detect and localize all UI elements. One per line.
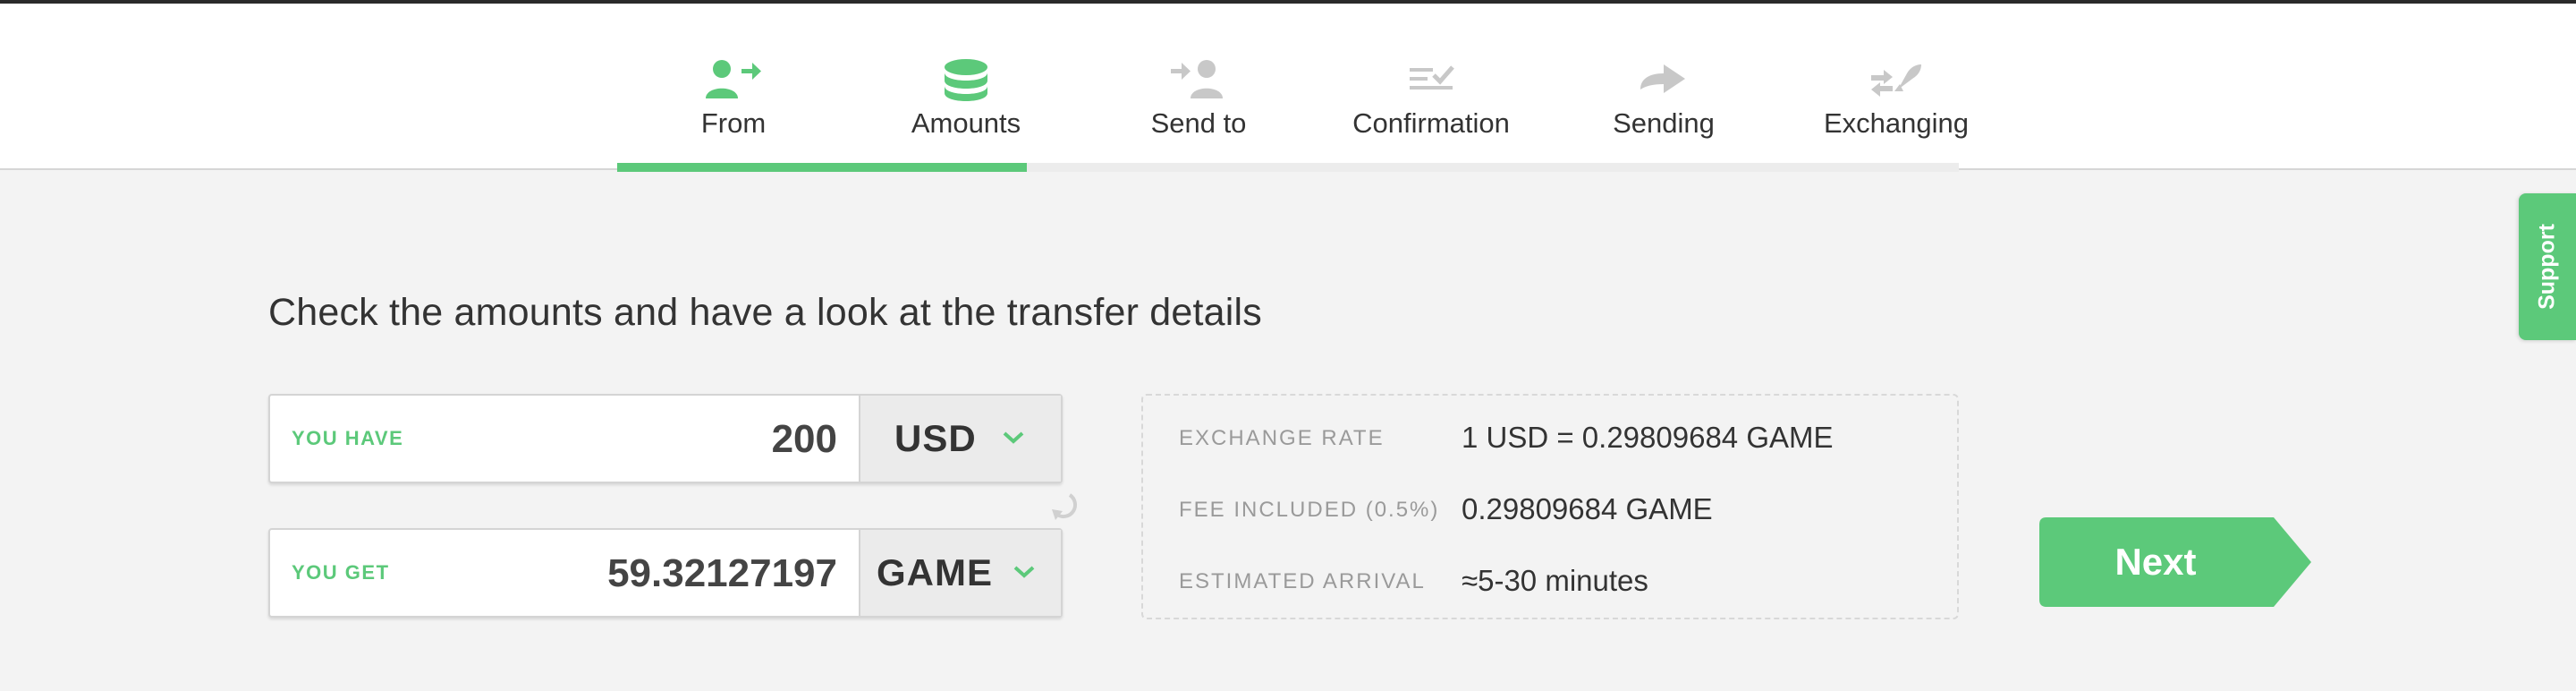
next-button-label: Next: [2114, 541, 2197, 583]
step-label: Confirmation: [1352, 107, 1510, 139]
you-get-box: YOU GET GAME: [268, 528, 1063, 618]
next-button[interactable]: Next: [2039, 517, 2311, 607]
chevron-down-icon: [1003, 431, 1024, 444]
you-have-label: YOU HAVE: [292, 427, 404, 449]
progress-track: [617, 163, 1959, 172]
support-tab[interactable]: Support: [2519, 193, 2576, 340]
step-sending[interactable]: Sending: [1547, 57, 1780, 156]
you-get-currency-select[interactable]: GAME: [859, 530, 1061, 616]
step-send-to[interactable]: Send to: [1082, 57, 1315, 156]
detail-label: EXCHANGE RATE: [1179, 426, 1385, 450]
currency-code: GAME: [877, 551, 993, 593]
wizard-steps: From Amounts Send to Confirmation Sendin…: [617, 4, 1969, 174]
rocket-exchange-icon: [1871, 64, 1921, 97]
support-tab-label: Support: [2534, 224, 2560, 310]
currency-code: USD: [894, 417, 977, 459]
chevron-down-icon: [1013, 566, 1035, 578]
progress-fill: [617, 163, 1027, 172]
detail-value: ≈5-30 minutes: [1462, 564, 1648, 597]
step-label: Amounts: [911, 107, 1021, 139]
step-confirmation[interactable]: Confirmation: [1315, 57, 1547, 156]
detail-value: 1 USD = 0.29809684 GAME: [1462, 421, 1834, 454]
you-have-box: YOU HAVE USD: [268, 394, 1063, 483]
checklist-icon: [1410, 65, 1454, 90]
step-label: From: [700, 107, 767, 139]
step-label: Sending: [1613, 107, 1715, 139]
detail-label: ESTIMATED ARRIVAL: [1179, 569, 1426, 593]
wizard-header: From Amounts Send to Confirmation Sendin…: [0, 0, 2576, 172]
step-label: Exchanging: [1823, 107, 1969, 139]
you-get-label: YOU GET: [292, 561, 390, 584]
you-get-input[interactable]: [460, 530, 839, 618]
detail-value: 0.29809684 GAME: [1462, 492, 1713, 525]
page-heading: Check the amounts and have a look at the…: [268, 291, 1262, 334]
swap-icon[interactable]: [1048, 488, 1080, 524]
send-to-user-icon: [1171, 60, 1223, 98]
you-have-currency-select[interactable]: USD: [859, 396, 1061, 482]
step-amounts[interactable]: Amounts: [850, 57, 1082, 156]
transfer-details: EXCHANGE RATE 1 USD = 0.29809684 GAME FE…: [1141, 394, 1959, 619]
step-from[interactable]: From: [617, 57, 850, 156]
user-transfer-icon: [706, 60, 761, 98]
coins-stack-icon: [945, 59, 987, 101]
arrow-forward-icon: [1640, 64, 1685, 93]
step-label: Send to: [1150, 107, 1247, 139]
step-exchanging[interactable]: Exchanging: [1780, 57, 2012, 156]
detail-label: FEE INCLUDED (0.5%): [1179, 498, 1440, 522]
you-have-input[interactable]: [460, 396, 839, 483]
